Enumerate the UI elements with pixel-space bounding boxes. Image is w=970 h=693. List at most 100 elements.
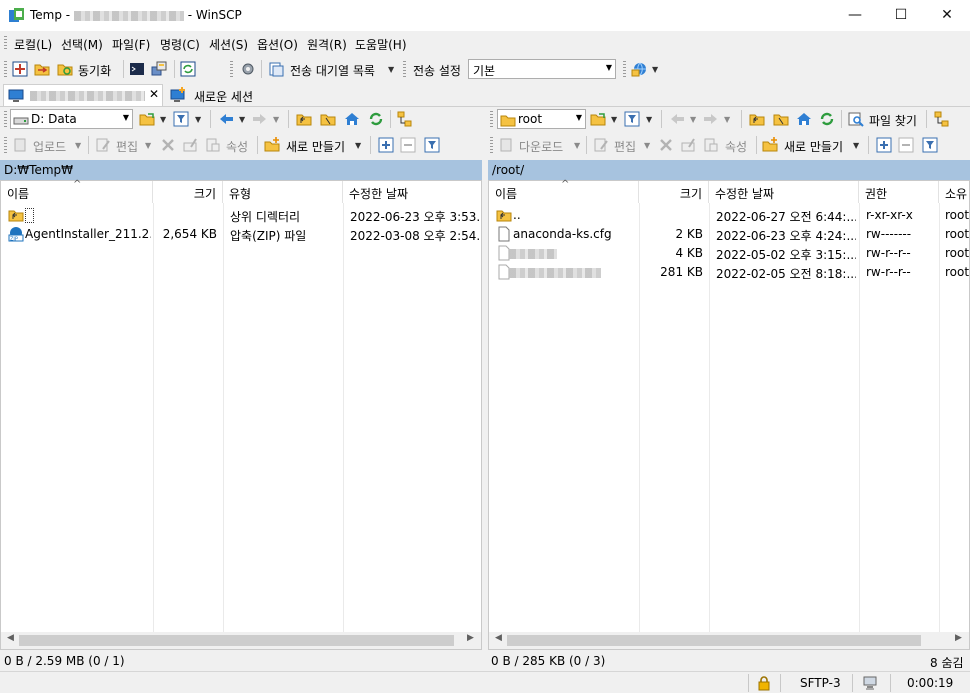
globe-dropdown-arrow[interactable]: ▼	[652, 65, 658, 74]
select-filter-icon[interactable]	[922, 137, 938, 153]
open-folder-dropdown[interactable]: ▼	[160, 115, 166, 124]
table-row[interactable]: .. 2022-06-27 오전 6:44:... r-xr-xr-x root	[489, 206, 969, 225]
edit-dropdown[interactable]: ▼	[145, 141, 151, 150]
column-header-rights[interactable]: 권한	[859, 181, 939, 203]
column-header-size[interactable]: 크기	[639, 181, 709, 203]
remote-file-list[interactable]: 이름 ^ 크기 수정한 날짜 권한 소유 .. 2022-06-27 오전 6:…	[488, 179, 970, 650]
menu-remote[interactable]: 원격(R)	[307, 36, 347, 53]
new-session-tab[interactable]: 새로운 세션	[166, 84, 263, 106]
upload-dropdown[interactable]: ▼	[75, 141, 81, 150]
back-dropdown[interactable]: ▼	[239, 115, 245, 124]
parent-directory-icon[interactable]	[749, 111, 765, 127]
filter-dropdown[interactable]: ▼	[195, 115, 201, 124]
new-dropdown[interactable]: ▼	[853, 141, 859, 150]
local-file-list[interactable]: 이름 ^ 크기 유형 수정한 날짜 상위 디렉터리 2022-06-23 오후 …	[0, 179, 483, 650]
menu-commands[interactable]: 명령(C)	[160, 36, 200, 53]
column-header-type[interactable]: 유형	[223, 181, 343, 203]
menu-options[interactable]: 옵션(O)	[257, 36, 298, 53]
delete-x-icon[interactable]	[160, 137, 176, 153]
synchronize-browsing-icon[interactable]	[34, 61, 50, 77]
edit-button[interactable]: 편집	[116, 138, 138, 155]
close-tab-icon[interactable]: ✕	[149, 87, 159, 101]
unselect-minus-icon[interactable]	[898, 137, 914, 153]
menu-mark[interactable]: 선택(M)	[61, 36, 103, 53]
lock-icon[interactable]	[756, 675, 772, 691]
table-row[interactable]: 4 KB 2022-05-02 오후 3:15:... rw-r--r-- ro…	[489, 244, 969, 263]
maximize-button[interactable]: ☐	[878, 0, 924, 31]
scroll-right-icon[interactable]: ▶	[955, 633, 962, 643]
filter-icon[interactable]	[173, 111, 189, 127]
scroll-right-icon[interactable]: ▶	[467, 633, 474, 643]
table-row[interactable]: anaconda-ks.cfg 2 KB 2022-06-23 오후 4:24:…	[489, 225, 969, 244]
column-header-size[interactable]: 크기	[153, 181, 223, 203]
open-folder-icon[interactable]	[139, 111, 155, 127]
local-drive-select[interactable]: D: Data ▼	[10, 109, 133, 129]
remote-folder-select[interactable]: root ▼	[497, 109, 586, 129]
menu-local[interactable]: 로컬(L)	[14, 36, 52, 53]
new-button[interactable]: 새로 만들기	[784, 138, 843, 155]
edit-button[interactable]: 편집	[614, 138, 636, 155]
find-files-button[interactable]: 파일 찾기	[869, 112, 917, 129]
close-button[interactable]: ✕	[924, 0, 970, 31]
refresh-icon[interactable]	[819, 111, 835, 127]
properties-button[interactable]: 속성	[725, 138, 747, 155]
back-dropdown[interactable]: ▼	[690, 115, 696, 124]
tree-view-icon[interactable]	[934, 111, 950, 127]
unselect-minus-icon[interactable]	[400, 137, 416, 153]
new-dropdown[interactable]: ▼	[355, 141, 361, 150]
back-arrow-icon[interactable]	[669, 111, 685, 127]
root-directory-icon[interactable]	[320, 111, 336, 127]
synchronize-button[interactable]: 동기화	[78, 62, 111, 79]
scroll-left-icon[interactable]: ◀	[7, 633, 14, 643]
table-row[interactable]: 281 KB 2022-02-05 오전 8:18:... rw-r--r-- …	[489, 263, 969, 282]
remote-horizontal-scrollbar[interactable]: ◀ ▶	[489, 632, 969, 649]
forward-arrow-icon[interactable]	[252, 111, 268, 127]
download-dropdown[interactable]: ▼	[574, 141, 580, 150]
open-folder-icon[interactable]	[590, 111, 606, 127]
column-header-modified[interactable]: 수정한 날짜	[343, 181, 483, 203]
home-icon[interactable]	[344, 111, 360, 127]
rename-icon[interactable]	[182, 137, 198, 153]
session-tab-active[interactable]: ✕	[3, 84, 163, 106]
hidden-files-count[interactable]: 8 숨김	[930, 654, 964, 671]
putty-icon[interactable]	[151, 61, 167, 77]
console-icon[interactable]	[129, 61, 145, 77]
remote-path-bar[interactable]: /root/	[488, 160, 970, 180]
queue-list-button[interactable]: 전송 대기열 목록	[290, 62, 375, 79]
column-header-modified[interactable]: 수정한 날짜	[709, 181, 859, 203]
column-header-owner[interactable]: 소유	[939, 181, 970, 203]
download-button[interactable]: 다운로드	[519, 138, 563, 155]
parent-directory-icon[interactable]	[296, 111, 312, 127]
new-button[interactable]: 새로 만들기	[286, 138, 345, 155]
table-row[interactable]: 상위 디렉터리 2022-06-23 오후 3:53...	[1, 206, 481, 225]
root-directory-icon[interactable]	[773, 111, 789, 127]
table-row[interactable]: ZIP AgentInstaller_211.2... 2,654 KB 압축(…	[1, 225, 481, 244]
forward-arrow-icon[interactable]	[703, 111, 719, 127]
select-plus-icon[interactable]	[378, 137, 394, 153]
rename-icon[interactable]	[680, 137, 696, 153]
home-icon[interactable]	[796, 111, 812, 127]
upload-button[interactable]: 업로드	[33, 138, 66, 155]
minimize-button[interactable]: —	[832, 0, 878, 31]
local-path-bar[interactable]: D:₩Temp₩	[0, 160, 482, 180]
menu-files[interactable]: 파일(F)	[112, 36, 150, 53]
tree-view-icon[interactable]	[397, 111, 413, 127]
compare-directories-icon[interactable]	[12, 61, 28, 77]
scrollbar-thumb[interactable]	[507, 635, 921, 646]
properties-button[interactable]: 속성	[226, 138, 248, 155]
delete-x-icon[interactable]	[658, 137, 674, 153]
open-folder-dropdown[interactable]: ▼	[611, 115, 617, 124]
transfer-preset-select[interactable]: 기본 ▼	[468, 59, 616, 79]
select-filter-icon[interactable]	[424, 137, 440, 153]
filter-icon[interactable]	[624, 111, 640, 127]
scroll-left-icon[interactable]: ◀	[495, 633, 502, 643]
back-arrow-icon[interactable]	[218, 111, 234, 127]
edit-dropdown[interactable]: ▼	[644, 141, 650, 150]
select-plus-icon[interactable]	[876, 137, 892, 153]
menu-help[interactable]: 도움말(H)	[355, 36, 407, 53]
forward-dropdown[interactable]: ▼	[273, 115, 279, 124]
local-horizontal-scrollbar[interactable]: ◀ ▶	[1, 632, 481, 649]
forward-dropdown[interactable]: ▼	[724, 115, 730, 124]
scrollbar-thumb[interactable]	[19, 635, 454, 646]
filter-dropdown[interactable]: ▼	[646, 115, 652, 124]
